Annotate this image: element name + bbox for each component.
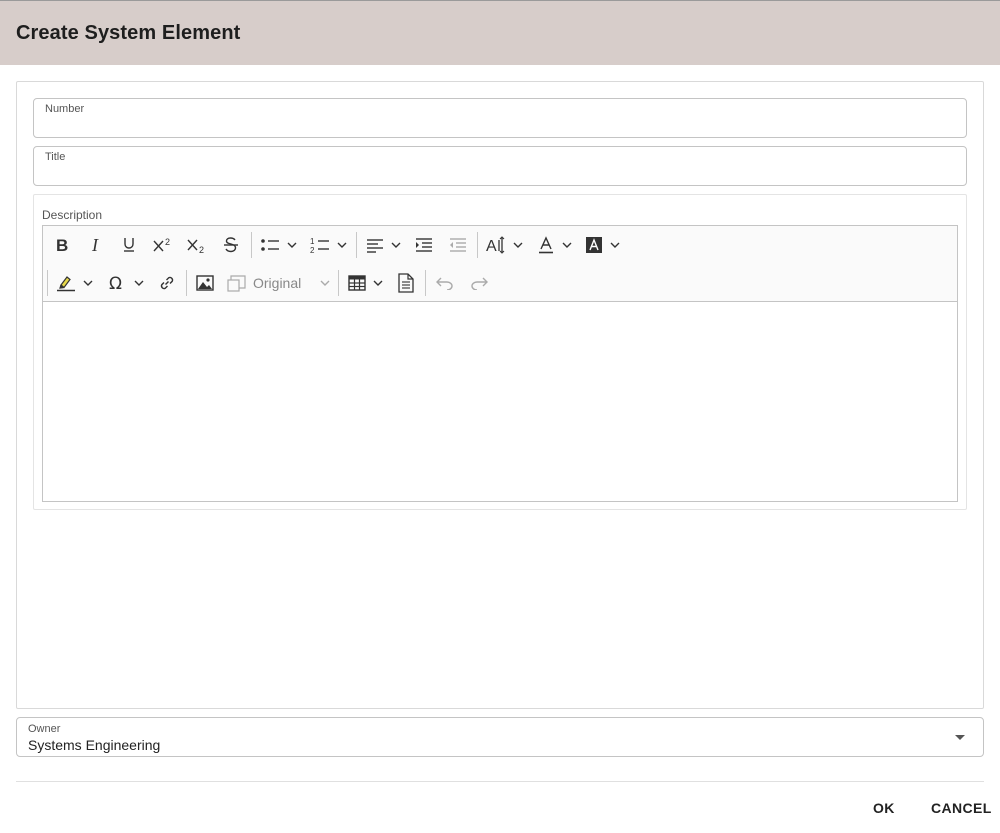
outdent-button[interactable] [444, 231, 472, 259]
svg-text:2: 2 [310, 246, 315, 254]
chevron-down-icon [320, 280, 330, 286]
font-color-icon [539, 236, 553, 254]
toolbar-row-2: Ω Original [43, 264, 957, 302]
image-button[interactable] [191, 269, 219, 297]
image-resize-dropdown[interactable]: Original [227, 269, 331, 297]
chevron-down-icon [83, 280, 93, 286]
image-resize-label: Original [253, 275, 302, 291]
table-icon [348, 275, 366, 291]
italic-button[interactable]: I [82, 231, 110, 259]
special-characters-button[interactable]: Ω [105, 269, 149, 297]
link-icon [160, 276, 174, 290]
superscript-button[interactable]: 2 [149, 231, 177, 259]
special-characters-icon: Ω [109, 274, 122, 292]
link-button[interactable] [153, 269, 181, 297]
align-left-icon [367, 239, 383, 253]
bold-button[interactable]: B [48, 231, 76, 259]
dialog-title: Create System Element [16, 22, 241, 44]
italic-icon: I [91, 237, 99, 253]
description-editor-content[interactable] [43, 302, 957, 501]
bulleted-list-icon [261, 239, 279, 251]
toolbar-separator [425, 270, 426, 296]
font-background-color-icon [586, 237, 602, 253]
indent-icon [416, 238, 432, 252]
chevron-down-icon [134, 280, 144, 286]
bulleted-list-button[interactable] [257, 231, 301, 259]
cancel-button[interactable]: CANCEL [931, 797, 992, 819]
ok-button[interactable]: OK [873, 797, 895, 819]
svg-text:2: 2 [165, 237, 170, 247]
font-size-button[interactable]: A [483, 231, 527, 259]
chevron-down-icon [337, 242, 347, 248]
numbered-list-icon: 12 [310, 237, 329, 254]
description-group: Description B I 2 2 1 2 A Ω Original [33, 194, 967, 510]
svg-text:Ω: Ω [109, 274, 122, 292]
svg-text:1: 1 [310, 237, 315, 246]
subscript-button[interactable]: 2 [183, 231, 211, 259]
strikethrough-button[interactable] [217, 231, 245, 259]
font-size-icon: A [486, 236, 505, 254]
chevron-down-icon [287, 242, 297, 248]
source-document-button[interactable] [392, 269, 420, 297]
owner-label: Owner [28, 723, 61, 735]
align-button[interactable] [362, 231, 406, 259]
redo-icon [471, 277, 488, 290]
dialog-header: Create System Element [0, 0, 1000, 65]
highlight-icon [57, 276, 75, 292]
chevron-down-icon [513, 242, 523, 248]
source-document-icon [398, 273, 414, 293]
number-field[interactable]: Number [33, 98, 967, 138]
image-icon [196, 275, 214, 291]
svg-text:A: A [486, 238, 497, 254]
outdent-icon [450, 238, 466, 252]
title-input[interactable] [45, 165, 945, 183]
toolbar-row-1: B I 2 2 1 2 A [43, 226, 957, 264]
rich-text-editor: B I 2 2 1 2 A Ω Original [42, 225, 958, 502]
toolbar-separator [338, 270, 339, 296]
font-background-color-button[interactable] [581, 231, 625, 259]
description-label: Description [42, 208, 103, 222]
numbered-list-button[interactable]: 12 [307, 231, 351, 259]
footer-divider [16, 781, 984, 782]
indent-button[interactable] [410, 231, 438, 259]
chevron-down-icon [373, 280, 383, 286]
owner-select[interactable]: Owner Systems Engineering [16, 717, 984, 757]
chevron-down-icon [562, 242, 572, 248]
underline-button[interactable] [115, 231, 143, 259]
number-input[interactable] [45, 117, 945, 135]
editor-toolbar: B I 2 2 1 2 A Ω Original [43, 226, 957, 302]
toolbar-separator [356, 232, 357, 258]
underline-icon [124, 238, 134, 252]
toolbar-separator [47, 270, 48, 296]
undo-icon [436, 277, 453, 290]
title-field[interactable]: Title [33, 146, 967, 186]
owner-value: Systems Engineering [28, 737, 161, 753]
image-resize-icon [227, 275, 246, 292]
svg-text:B: B [56, 237, 68, 253]
undo-button[interactable] [431, 269, 459, 297]
highlight-button[interactable] [53, 269, 97, 297]
toolbar-separator [477, 232, 478, 258]
title-label: Title [45, 151, 66, 163]
toolbar-separator [251, 232, 252, 258]
font-color-button[interactable] [533, 231, 577, 259]
number-label: Number [45, 103, 85, 115]
strikethrough-icon [224, 237, 238, 253]
redo-button[interactable] [465, 269, 493, 297]
subscript-icon: 2 [187, 239, 204, 254]
form-panel: Number Title Description B I 2 2 1 2 A Ω… [16, 81, 984, 709]
chevron-down-icon [610, 242, 620, 248]
svg-text:I: I [91, 237, 99, 253]
svg-text:2: 2 [199, 245, 204, 254]
toolbar-separator [186, 270, 187, 296]
chevron-down-icon [391, 242, 401, 248]
bold-icon: B [56, 237, 68, 253]
table-button[interactable] [344, 269, 388, 297]
caret-down-icon[interactable] [955, 735, 965, 740]
superscript-icon: 2 [153, 237, 170, 252]
